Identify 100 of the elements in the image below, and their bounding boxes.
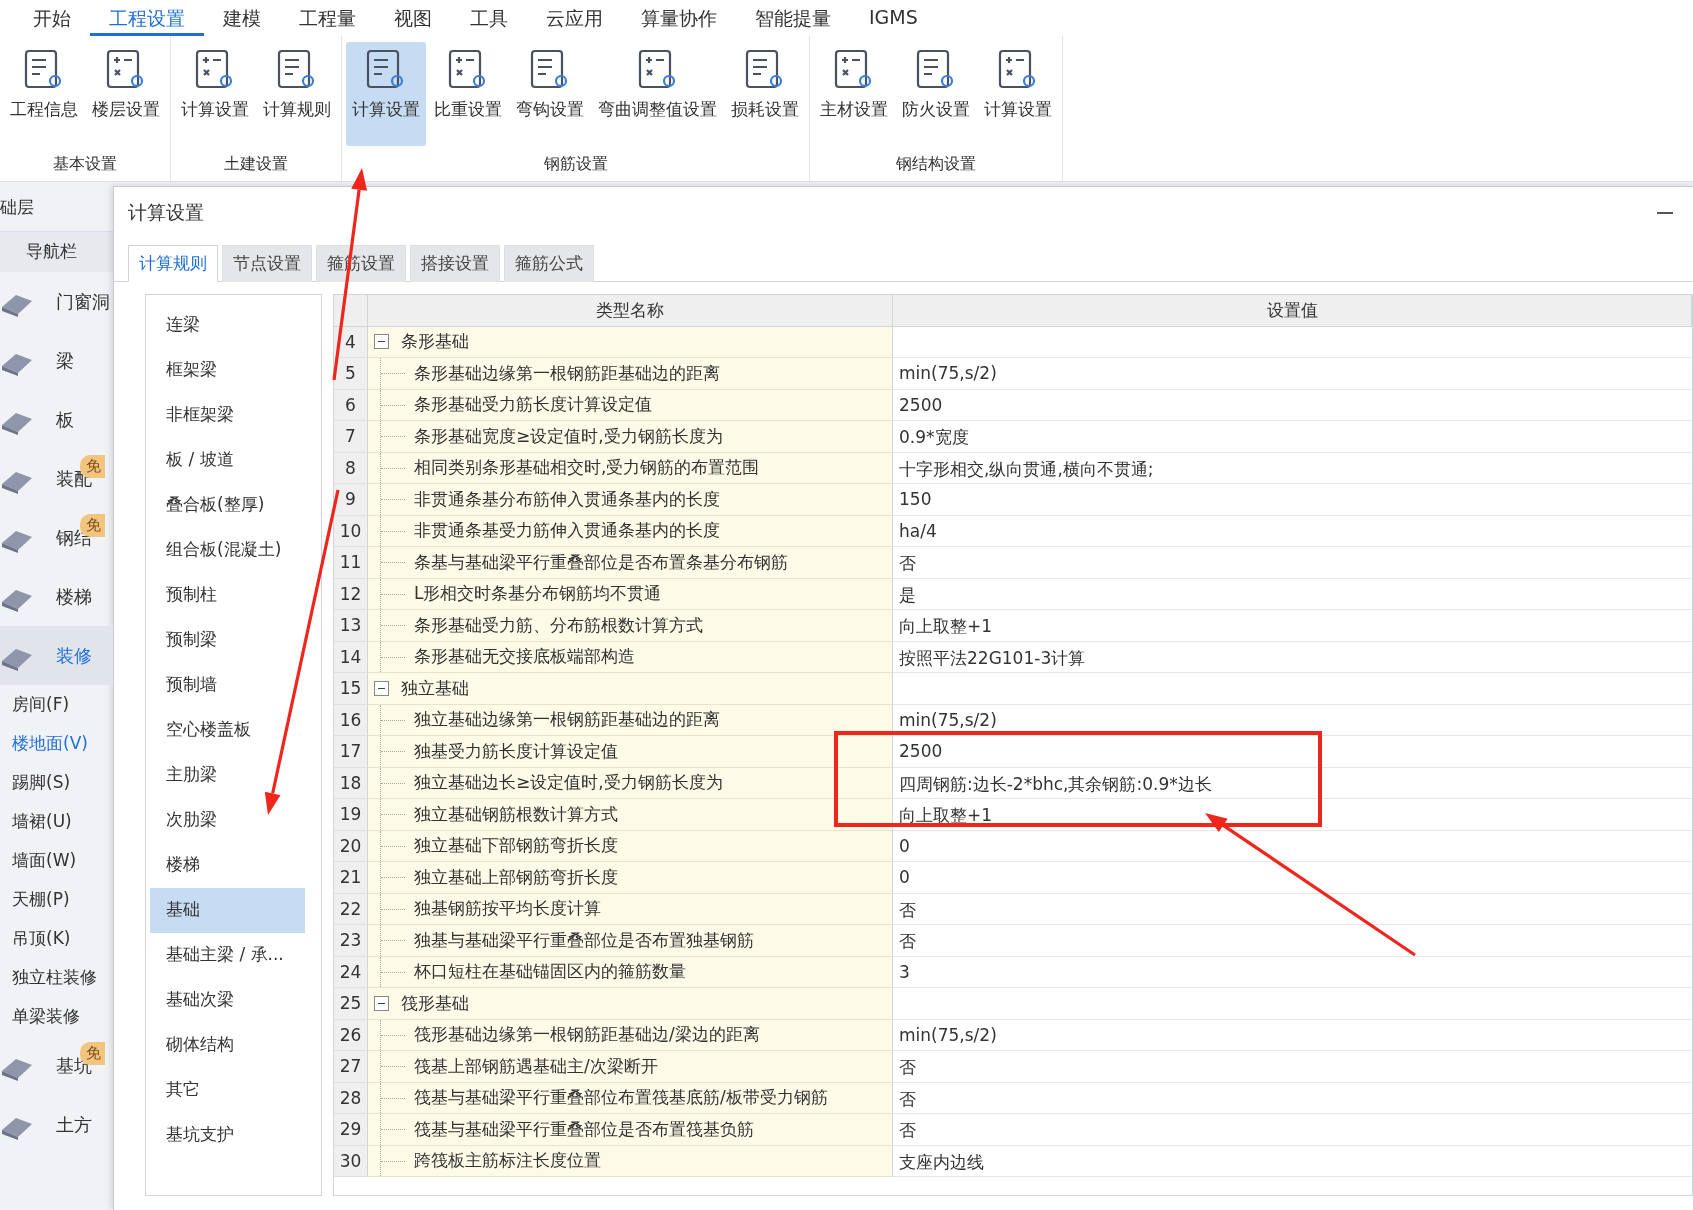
nav-subitem[interactable]: 房间(F) — [0, 685, 113, 724]
setting-value[interactable]: min(75,s/2) — [899, 1024, 997, 1045]
setting-value[interactable]: 十字形相交,纵向贯通,横向不贯通; — [899, 458, 1154, 479]
setting-value[interactable]: 150 — [899, 489, 932, 509]
collapse-icon[interactable] — [374, 680, 389, 696]
setting-value[interactable]: min(75,s/2) — [899, 709, 997, 730]
nav-item[interactable]: 梁 — [0, 331, 113, 390]
menu-tab[interactable]: 工具 — [451, 0, 527, 36]
setting-value[interactable]: ha/4 — [899, 520, 937, 541]
category-item[interactable]: 砌体结构 — [150, 1023, 305, 1068]
ribbon-button[interactable]: 计算设置 — [175, 42, 255, 146]
ribbon-button[interactable]: 工程信息 — [4, 42, 84, 146]
nav-subitem[interactable]: 天棚(P) — [0, 880, 113, 919]
nav-subitem[interactable]: 墙裙(U) — [0, 802, 113, 841]
setting-value[interactable]: 否 — [899, 1057, 916, 1077]
menu-tab[interactable]: 智能提量 — [736, 0, 850, 36]
column-header[interactable]: 类型名称 — [368, 295, 893, 327]
menu-tab[interactable]: 云应用 — [527, 0, 622, 36]
setting-value[interactable]: 2500 — [899, 394, 943, 415]
ribbon-button[interactable]: 计算规则 — [257, 42, 337, 146]
category-item[interactable]: 框架梁 — [150, 348, 305, 393]
category-item[interactable]: 次肋梁 — [150, 798, 305, 843]
setting-value[interactable]: 四周钢筋:边长-2*bhc,其余钢筋:0.9*边长 — [899, 773, 1212, 794]
setting-name: 杯口短柱在基础锚固区内的箍筋数量 — [414, 960, 686, 984]
category-item[interactable]: 其它 — [150, 1068, 305, 1113]
nav-subitem[interactable]: 独立柱装修 — [0, 958, 113, 997]
category-item[interactable]: 楼梯 — [150, 843, 305, 888]
ribbon-button[interactable]: 计算设置 — [346, 42, 426, 146]
row-number: 16 — [334, 704, 368, 736]
setting-value[interactable]: 否 — [899, 1120, 916, 1140]
setting-value[interactable]: 0 — [899, 867, 910, 887]
collapse-icon[interactable] — [374, 334, 389, 350]
setting-value[interactable]: 向上取整+1 — [899, 805, 993, 825]
dialog-tab[interactable]: 节点设置 — [222, 245, 312, 282]
category-item[interactable]: 预制墙 — [150, 663, 305, 708]
nav-subitem[interactable]: 吊顶(K) — [0, 919, 113, 958]
setting-value[interactable]: 否 — [899, 899, 916, 920]
row-number: 5 — [334, 358, 368, 390]
setting-value[interactable]: min(75,s/2) — [899, 363, 997, 383]
category-item[interactable]: 预制梁 — [150, 618, 305, 663]
nav-subitem[interactable]: 单梁装修 — [0, 997, 113, 1036]
category-item[interactable]: 基础次梁 — [150, 978, 305, 1023]
setting-value[interactable]: 否 — [899, 1088, 916, 1109]
nav-item[interactable]: 门窗洞 — [0, 272, 113, 331]
setting-value[interactable]: 支座内边线 — [899, 1151, 984, 1172]
nav-item[interactable]: 楼梯 — [0, 567, 113, 626]
setting-name: 筏基与基础梁平行重叠部位是否布置筏基负筋 — [414, 1117, 754, 1141]
ribbon-button[interactable]: 比重设置 — [428, 42, 508, 146]
setting-value[interactable]: 0 — [899, 835, 910, 856]
collapse-icon[interactable] — [374, 995, 389, 1011]
setting-value[interactable]: 2500 — [899, 741, 943, 761]
menu-tab[interactable]: 算量协作 — [622, 0, 736, 36]
menu-tab[interactable]: 视图 — [375, 0, 451, 36]
menu-tab[interactable]: 工程量 — [280, 0, 375, 36]
ribbon-button[interactable]: 损耗设置 — [725, 42, 805, 146]
ribbon-button[interactable]: 防火设置 — [896, 42, 976, 146]
setting-value[interactable]: 0.9*宽度 — [899, 427, 969, 447]
category-item[interactable]: 基础主梁 / 承... — [150, 933, 305, 978]
category-item[interactable]: 组合板(混凝土) — [150, 528, 305, 573]
ribbon-button[interactable]: 计算设置 — [978, 42, 1058, 146]
setting-value[interactable]: 向上取整+1 — [899, 616, 993, 636]
category-item[interactable]: 连梁 — [150, 303, 305, 348]
category-item[interactable]: 叠合板(整厚) — [150, 483, 305, 528]
setting-value[interactable]: 3 — [899, 961, 910, 982]
category-item[interactable]: 基础 — [150, 888, 305, 933]
menu-tab[interactable]: 开始 — [14, 0, 90, 36]
setting-value[interactable]: 按照平法22G101-3计算 — [899, 647, 1086, 668]
menu-tab[interactable]: 建模 — [204, 0, 280, 36]
setting-name: L形相交时条基分布钢筋均不贯通 — [414, 582, 662, 606]
column-header[interactable]: 设置值 — [893, 295, 1692, 327]
setting-value[interactable]: 否 — [899, 931, 916, 951]
setting-value[interactable]: 否 — [899, 553, 916, 573]
ribbon-button[interactable]: 弯钩设置 — [510, 42, 590, 146]
menu-tab[interactable]: IGMS — [850, 0, 937, 36]
setting-value[interactable]: 是 — [899, 584, 916, 605]
nav-subitem[interactable]: 楼地面(V) — [0, 724, 113, 763]
dialog-tab[interactable]: 搭接设置 — [410, 245, 500, 282]
ribbon-button[interactable]: 主材设置 — [814, 42, 894, 146]
nav-subitem[interactable]: 墙面(W) — [0, 841, 113, 880]
ribbon-button[interactable]: 楼层设置 — [86, 42, 166, 146]
row-number: 23 — [334, 925, 368, 957]
setting-name: 独基钢筋按平均长度计算 — [414, 897, 601, 921]
nav-item[interactable]: 土方 — [0, 1095, 113, 1154]
category-item[interactable]: 预制柱 — [150, 573, 305, 618]
setting-name: 独立基础上部钢筋弯折长度 — [414, 865, 618, 889]
row-number: 10 — [334, 515, 368, 547]
row-number: 13 — [334, 610, 368, 642]
nav-subitem[interactable]: 踢脚(S) — [0, 763, 113, 802]
dialog-tab[interactable]: 计算规则 — [128, 245, 218, 282]
category-item[interactable]: 板 / 坡道 — [150, 438, 305, 483]
category-item[interactable]: 非框架梁 — [150, 393, 305, 438]
row-number: 21 — [334, 862, 368, 894]
category-item[interactable]: 基坑支护 — [150, 1113, 305, 1158]
row-number: 26 — [334, 1019, 368, 1051]
nav-item[interactable]: 装修 — [0, 626, 113, 685]
category-item[interactable]: 主肋梁 — [150, 753, 305, 798]
nav-item[interactable]: 板 — [0, 390, 113, 449]
category-item[interactable]: 空心楼盖板 — [150, 708, 305, 753]
ribbon-button[interactable]: 弯曲调整值设置 — [592, 42, 723, 146]
dialog-tab[interactable]: 箍筋公式 — [504, 245, 594, 282]
